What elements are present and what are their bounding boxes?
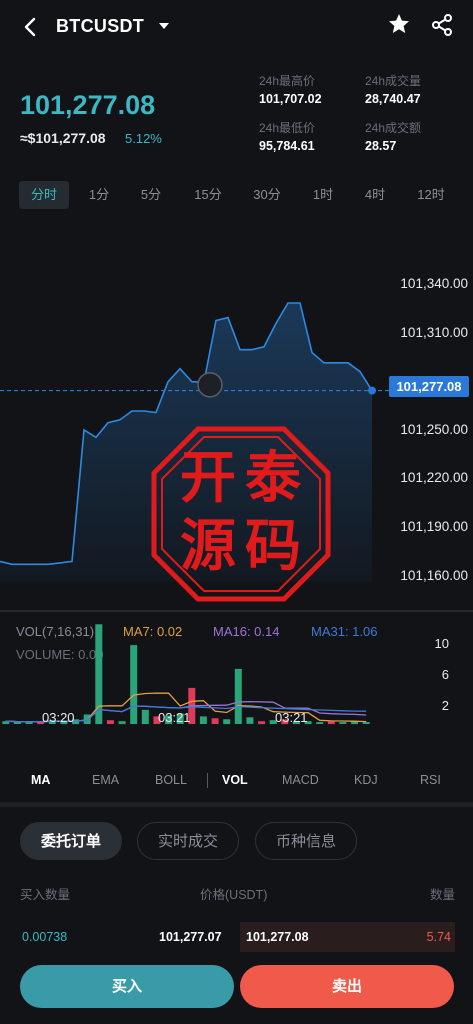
watermark-char: 开 <box>180 445 236 511</box>
volume-bar <box>339 722 347 724</box>
volume-bar <box>246 717 254 724</box>
price-tick: 101,310.00 <box>400 325 468 340</box>
watermark-char: 泰 <box>245 445 301 511</box>
time-tick: 03:21 <box>158 710 191 725</box>
volume-bar <box>362 722 370 724</box>
tab-coin-info[interactable]: 币种信息 <box>255 822 357 860</box>
volume-bar <box>223 719 231 725</box>
star-icon[interactable] <box>387 12 411 36</box>
volume-bar <box>258 721 266 725</box>
chevron-left-icon[interactable] <box>18 14 44 40</box>
crosshair-marker[interactable] <box>197 372 223 398</box>
watermark-char: 码 <box>245 513 301 579</box>
tab-timeframe-30m[interactable]: 30分 <box>245 181 289 209</box>
tab-ema[interactable]: EMA <box>92 773 119 787</box>
col-buy-qty: 买入数量 <box>20 888 71 902</box>
price-tick: 101,160.00 <box>400 568 468 583</box>
tab-timeframe-line[interactable]: 分时 <box>19 181 69 209</box>
price-tick: 101,190.00 <box>400 519 468 534</box>
col-price: 价格(USDT) <box>200 888 268 902</box>
tab-timeframe-1m[interactable]: 1分 <box>80 181 118 209</box>
tab-ma[interactable]: MA <box>31 773 50 787</box>
turnover-label: 24h成交额 <box>365 121 422 135</box>
time-tick: 03:20 <box>42 710 75 725</box>
watermark-stamp: 开 泰 源 码 <box>150 425 332 603</box>
tab-timeframe-5m[interactable]: 5分 <box>131 181 171 209</box>
price-tick: 101,250.00 <box>400 422 468 437</box>
turnover-value: 28.57 <box>365 139 397 153</box>
tab-divider <box>207 773 208 788</box>
top-bar: BTCUSDT <box>0 0 473 56</box>
tab-kdj[interactable]: KDJ <box>354 773 378 787</box>
buy-button[interactable]: 买入 <box>20 965 234 1008</box>
volume-bar <box>141 709 149 725</box>
tab-orders[interactable]: 委托订单 <box>20 822 122 860</box>
sell-button[interactable]: 卖出 <box>240 965 454 1008</box>
volume-bar <box>316 722 324 724</box>
volume-bar <box>13 722 21 724</box>
volume-bar <box>118 721 126 725</box>
tab-trades[interactable]: 实时成交 <box>137 822 239 860</box>
watermark-char: 源 <box>180 513 236 579</box>
volume-bar <box>211 718 219 724</box>
current-price-badge: 101,277.08 <box>389 376 469 397</box>
buy-qty: 0.00738 <box>22 930 68 944</box>
high-value: 101,707.02 <box>259 92 322 106</box>
tab-vol[interactable]: VOL <box>222 773 248 787</box>
tab-timeframe-1h[interactable]: 1时 <box>304 181 342 209</box>
price-tick: 101,340.00 <box>400 276 468 291</box>
current-price-dot <box>368 386 376 395</box>
pair-selector[interactable]: BTCUSDT <box>56 16 144 37</box>
low-value: 95,784.61 <box>259 139 315 153</box>
high-label: 24h最高价 <box>259 74 316 88</box>
volume-bar <box>234 668 242 724</box>
volume-bar <box>199 716 207 724</box>
volume-label: 24h成交量 <box>365 74 422 88</box>
section-divider <box>0 802 473 807</box>
volume-value: 28,740.47 <box>365 92 421 106</box>
usd-price: ≈$101,277.08 <box>20 130 106 146</box>
share-icon[interactable] <box>430 13 454 37</box>
tab-macd[interactable]: MACD <box>282 773 319 787</box>
volume-bar <box>327 721 335 725</box>
price-tick: 101,220.00 <box>400 470 468 485</box>
change-percent: 5.12% <box>125 131 162 146</box>
buy-price: 101,277.07 <box>159 930 222 944</box>
tab-boll[interactable]: BOLL <box>155 773 187 787</box>
caret-down-icon[interactable] <box>158 20 170 32</box>
tab-timeframe-12h[interactable]: 12时 <box>409 181 453 209</box>
sell-qty: 5.74 <box>426 930 451 944</box>
sell-price: 101,277.08 <box>246 930 309 944</box>
low-label: 24h最低价 <box>259 121 316 135</box>
tab-rsi[interactable]: RSI <box>420 773 441 787</box>
tab-timeframe-15m[interactable]: 15分 <box>186 181 230 209</box>
time-tick: 03:21 <box>275 710 308 725</box>
volume-bar <box>106 720 114 724</box>
tab-timeframe-4h[interactable]: 4时 <box>356 181 394 209</box>
volume-bar <box>130 645 138 724</box>
last-price: 101,277.08 <box>20 90 156 120</box>
col-qty: 数量 <box>429 888 455 902</box>
